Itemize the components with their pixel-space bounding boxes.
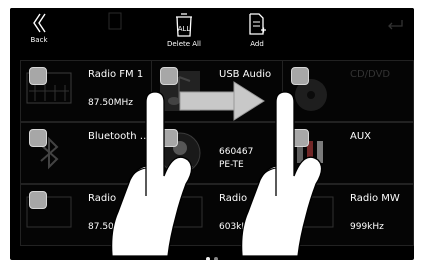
select-checkbox[interactable] — [291, 67, 309, 85]
tile-name: AUX — [350, 131, 372, 142]
select-checkbox[interactable] — [29, 129, 47, 147]
favorite-tile-radio-mw[interactable]: Radio MW 999kHz — [282, 184, 414, 246]
page-dot — [214, 257, 218, 260]
back-label: Back — [30, 36, 48, 44]
favorite-tile-radio[interactable]: Radio 87.50MI — [20, 184, 152, 246]
favorites-screen: Back ALL Delete All Add Radio FM 1 87.50… — [10, 8, 414, 260]
tile-contact-name: PE-TE — [219, 160, 244, 170]
tile-number: 660467 — [219, 147, 254, 157]
page-dot-active — [206, 257, 210, 260]
favorite-tile-usb-audio[interactable]: USB Audio — [151, 60, 283, 122]
tile-name: Radio FM 1 — [88, 69, 144, 80]
delete-all-label: Delete All — [167, 40, 201, 48]
select-checkbox[interactable] — [29, 67, 47, 85]
trash-all-icon-text: ALL — [178, 25, 191, 33]
trash-all-icon: ALL — [176, 13, 192, 37]
select-checkbox[interactable] — [29, 191, 47, 209]
select-checkbox[interactable] — [160, 129, 178, 147]
tile-frequency: 87.50MHz — [88, 98, 134, 108]
add-document-icon — [249, 13, 266, 35]
select-checkbox[interactable] — [160, 191, 178, 209]
favorite-tile-radio-fm1[interactable]: Radio FM 1 87.50MHz — [20, 60, 152, 122]
favorite-tile-radio-am[interactable]: Radio 603kHz — [151, 184, 283, 246]
tile-name: USB Audio — [219, 69, 272, 80]
tile-frequency: 87.50MI — [88, 222, 125, 232]
document-icon — [108, 12, 122, 30]
favorite-tile-contact[interactable]: 660467 PE-TE — [151, 122, 283, 184]
tile-name: Radio — [88, 193, 117, 204]
return-arrow-icon — [388, 20, 403, 30]
select-checkbox[interactable] — [291, 191, 309, 209]
favorite-tile-aux[interactable]: AUX — [282, 122, 414, 184]
tile-name: Radio — [219, 193, 248, 204]
tile-frequency: 603kHz — [219, 222, 253, 232]
favorite-tile-bluetooth[interactable]: Bluetooth … — [20, 122, 152, 184]
tile-name: Bluetooth … — [88, 131, 150, 142]
top-toolbar: Back ALL Delete All Add — [10, 8, 414, 58]
delete-all-button[interactable]: ALL Delete All — [162, 12, 206, 48]
tile-name: CD/DVD — [350, 69, 391, 80]
back-button[interactable]: Back — [26, 12, 52, 44]
select-checkbox[interactable] — [291, 129, 309, 147]
page-indicator — [204, 246, 220, 260]
double-chevron-left-icon — [33, 13, 46, 33]
return-button[interactable] — [383, 18, 407, 34]
favorite-tile-cd-dvd[interactable]: CD/DVD — [282, 60, 414, 122]
disabled-copy-button — [103, 12, 127, 32]
add-label: Add — [250, 40, 264, 48]
tile-name: Radio MW — [350, 193, 400, 204]
add-button[interactable]: Add — [244, 12, 270, 48]
tile-frequency: 999kHz — [350, 222, 384, 232]
select-checkbox[interactable] — [160, 67, 178, 85]
